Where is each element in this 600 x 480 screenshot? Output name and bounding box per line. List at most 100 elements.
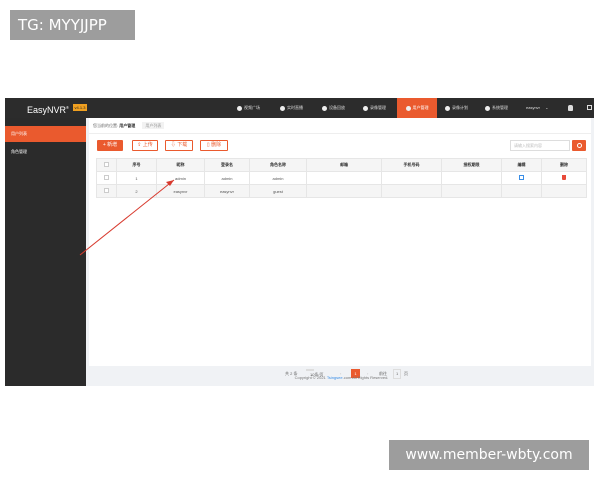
nav-label: 录像管理 xyxy=(370,105,386,110)
sidebar: 用户列表 角色管理 xyxy=(5,118,86,386)
cell-expire xyxy=(441,171,502,185)
replay-icon xyxy=(322,105,327,111)
top-navbar: EasyNVR® v4.1.3 视频广场 实时直播 设备回放 录像管理 用户管理… xyxy=(5,98,594,118)
page-size-select[interactable]: 10条/页 ⌄ xyxy=(306,369,324,377)
app-logo[interactable]: EasyNVR® xyxy=(27,102,69,116)
edit-cell xyxy=(501,171,542,185)
delete-cell xyxy=(541,171,587,185)
nav-label: 录像计划 xyxy=(452,105,468,110)
cell-phone xyxy=(381,184,442,198)
nav-label: 视频广场 xyxy=(244,105,260,110)
add-button[interactable]: + 新增 xyxy=(97,140,123,151)
clock-icon xyxy=(445,105,450,111)
cell-nickname: easynvr xyxy=(156,184,205,198)
watermark-bottom: www.member-wbty.com xyxy=(389,440,589,470)
header-phone: 手机号码 xyxy=(381,158,442,172)
divider xyxy=(89,133,591,134)
grid-icon[interactable] xyxy=(587,105,592,110)
breadcrumb-prefix: 您当前的位置: xyxy=(93,123,119,128)
cell-role: guest xyxy=(249,184,307,198)
cell-index: 2 xyxy=(116,184,157,198)
trash-icon: ▯ xyxy=(206,142,210,148)
nav-record[interactable]: 录像管理 xyxy=(363,98,399,118)
row-checkbox[interactable] xyxy=(96,171,117,185)
record-icon xyxy=(363,105,368,111)
logo-text: EasyNVR xyxy=(27,105,67,115)
breadcrumb: 您当前的位置: 用户管理 用户列表 xyxy=(93,122,165,129)
main-content: 您当前的位置: 用户管理 用户列表 + 新增 ⇪ 上传 ⇩ 下载 ▯ 删除 请输… xyxy=(89,118,594,386)
footer-prefix: Copyright © 2021 xyxy=(294,375,327,380)
nav-system[interactable]: 系统管理 xyxy=(485,98,521,118)
sidebar-item-label: 角色管理 xyxy=(11,149,27,154)
settings-icon xyxy=(485,105,490,111)
nav-live[interactable]: 实时直播 xyxy=(280,98,316,118)
cell-nickname: admin xyxy=(156,171,205,185)
sidebar-item-label: 用户列表 xyxy=(11,131,27,136)
header-nickname: 昵称 xyxy=(156,158,205,172)
nav-user-management[interactable]: 用户管理 xyxy=(397,98,437,118)
edit-icon[interactable] xyxy=(519,175,524,180)
watermark-top: TG: MYYJJPP xyxy=(10,10,135,40)
version-badge: v4.1.3 xyxy=(73,104,87,111)
cell-role: admin xyxy=(249,171,307,185)
trash-icon[interactable] xyxy=(562,175,566,180)
chevron-down-icon: ⌄ xyxy=(545,105,549,110)
delete-label: 删除 xyxy=(211,142,222,148)
play-icon xyxy=(237,105,242,111)
nav-label: 系统管理 xyxy=(492,105,508,110)
nav-record-plan[interactable]: 录像计划 xyxy=(445,98,481,118)
table-row: 1 admin admin admin xyxy=(96,171,587,185)
download-button[interactable]: ⇩ 下载 xyxy=(165,140,193,151)
upload-icon: ⇪ xyxy=(137,142,142,148)
nav-label: 设备回放 xyxy=(329,105,345,110)
sidebar-item-user-list[interactable]: 用户列表 xyxy=(5,126,86,142)
logo-mark: ® xyxy=(66,105,69,110)
content-card: 您当前的位置: 用户管理 用户列表 + 新增 ⇪ 上传 ⇩ 下载 ▯ 删除 请输… xyxy=(89,118,591,379)
user-menu[interactable]: easynvr ⌄ xyxy=(526,98,549,118)
select-all-checkbox[interactable] xyxy=(96,158,117,172)
cell-login: admin xyxy=(204,171,250,185)
header-delete: 删除 xyxy=(541,158,587,172)
checkbox-icon xyxy=(104,162,109,167)
sidebar-item-role-management[interactable]: 角色管理 xyxy=(5,144,86,160)
delete-button[interactable]: ▯ 删除 xyxy=(200,140,228,151)
header-login: 登录名 xyxy=(204,158,250,172)
cell-index: 1 xyxy=(116,171,157,185)
delete-cell xyxy=(541,184,587,198)
search-icon[interactable] xyxy=(572,140,586,151)
upload-button[interactable]: ⇪ 上传 xyxy=(132,140,158,151)
search-input[interactable]: 请输入搜索内容 xyxy=(510,140,570,151)
footer-suffix: .com All Rights Reserved. xyxy=(342,375,389,380)
download-icon: ⇩ xyxy=(170,142,176,148)
cell-expire xyxy=(441,184,502,198)
nav-video-square[interactable]: 视频广场 xyxy=(237,98,273,118)
cell-phone xyxy=(381,171,442,185)
upload-label: 上传 xyxy=(142,142,153,148)
footer-brand-link[interactable]: Tsingsee xyxy=(327,375,343,380)
app-window: EasyNVR® v4.1.3 视频广场 实时直播 设备回放 录像管理 用户管理… xyxy=(5,98,594,386)
checkbox-icon xyxy=(104,188,109,193)
edit-cell xyxy=(501,184,542,198)
cell-email xyxy=(306,184,382,198)
username: easynvr xyxy=(526,105,541,110)
nav-label: 用户管理 xyxy=(412,105,429,110)
bell-icon[interactable] xyxy=(568,105,573,111)
tab-user-list[interactable]: 用户列表 xyxy=(142,122,165,129)
header-role: 角色名称 xyxy=(249,158,307,172)
footer-copyright: Copyright © 2021 Tsingsee.com All Rights… xyxy=(89,375,594,380)
header-edit: 编辑 xyxy=(501,158,542,172)
header-email: 邮箱 xyxy=(306,158,382,172)
nav-label: 实时直播 xyxy=(287,105,303,110)
download-label: 下载 xyxy=(177,142,188,148)
row-checkbox[interactable] xyxy=(96,184,117,198)
header-expire: 授权期限 xyxy=(441,158,502,172)
video-icon xyxy=(280,105,285,111)
nav-playback[interactable]: 设备回放 xyxy=(322,98,358,118)
user-icon xyxy=(405,105,411,111)
table-row: 2 easynvr easynvr guest xyxy=(96,184,587,198)
table-header: 序号 昵称 登录名 角色名称 邮箱 手机号码 授权期限 编辑 删除 xyxy=(96,158,587,172)
breadcrumb-current[interactable]: 用户管理 xyxy=(119,123,135,128)
cell-email xyxy=(306,171,382,185)
header-index[interactable]: 序号 xyxy=(116,158,157,172)
user-table: 序号 昵称 登录名 角色名称 邮箱 手机号码 授权期限 编辑 删除 1 admi… xyxy=(96,158,587,198)
